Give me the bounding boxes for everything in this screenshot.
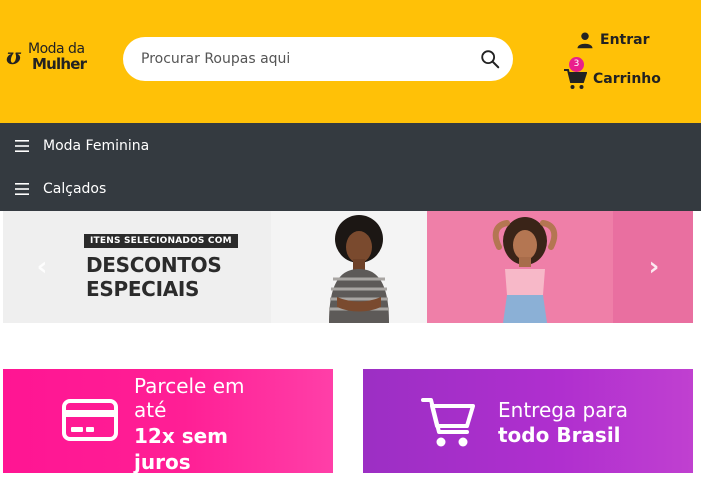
chevron-left-icon: ‹ <box>36 252 48 282</box>
nav-item-calcados[interactable]: Calçados <box>15 178 106 200</box>
promo-title-line-1: DESCONTOS <box>86 253 222 277</box>
login-link[interactable]: Entrar <box>576 29 649 51</box>
promo-title: DESCONTOS ESPECIAIS <box>86 253 222 301</box>
promo-model-image-1 <box>271 211 427 323</box>
logo-text-bottom: Mulher <box>32 55 87 73</box>
cart-icon <box>421 398 475 447</box>
cart-count-badge: 3 <box>569 57 584 72</box>
chevron-right-icon: › <box>648 252 660 282</box>
hamburger-icon <box>15 183 29 195</box>
feature-text-line-1: Entrega para <box>498 398 628 422</box>
search-bar <box>123 37 513 81</box>
feature-text-line-1: Parcele em até <box>134 374 245 422</box>
nav-item-label: Moda Feminina <box>43 138 150 154</box>
credit-card-icon <box>62 399 118 441</box>
promo-title-line-2: ESPECIAIS <box>86 277 200 301</box>
search-icon[interactable] <box>479 48 501 70</box>
cart-icon-wrap: 3 <box>563 57 588 91</box>
feature-text-line-2: 12x sem juros <box>134 424 229 473</box>
login-label: Entrar <box>600 32 650 48</box>
promo-model-image-2 <box>427 211 613 323</box>
cart-label: Carrinho <box>593 71 661 87</box>
feature-card-shipping: Entrega para todo Brasil <box>363 369 693 473</box>
nav-item-moda-feminina[interactable]: Moda Feminina <box>15 135 149 157</box>
promo-subtitle: ITENS SELECIONADOS COM <box>84 234 238 248</box>
feature-text-line-2: todo Brasil <box>498 423 621 447</box>
cart-link[interactable]: 3 Carrinho <box>563 57 661 92</box>
carousel-next-button[interactable]: › <box>641 251 667 283</box>
search-input[interactable] <box>141 47 461 71</box>
feature-card-installments: Parcele em até 12x sem juros <box>3 369 333 473</box>
site-logo[interactable]: ʊ Moda da Mulher <box>6 40 96 78</box>
promo-carousel: ITENS SELECIONADOS COM DESCONTOS ESPECIA… <box>3 211 693 323</box>
logo-mark: ʊ <box>6 44 21 70</box>
carousel-prev-button[interactable]: ‹ <box>29 251 55 283</box>
category-nav: Moda Feminina Calçados <box>0 123 701 211</box>
hamburger-icon <box>15 140 29 152</box>
user-icon <box>577 32 593 49</box>
site-header: ʊ Moda da Mulher Entrar 3 Carrinho <box>0 0 701 123</box>
nav-item-label: Calçados <box>43 181 107 197</box>
